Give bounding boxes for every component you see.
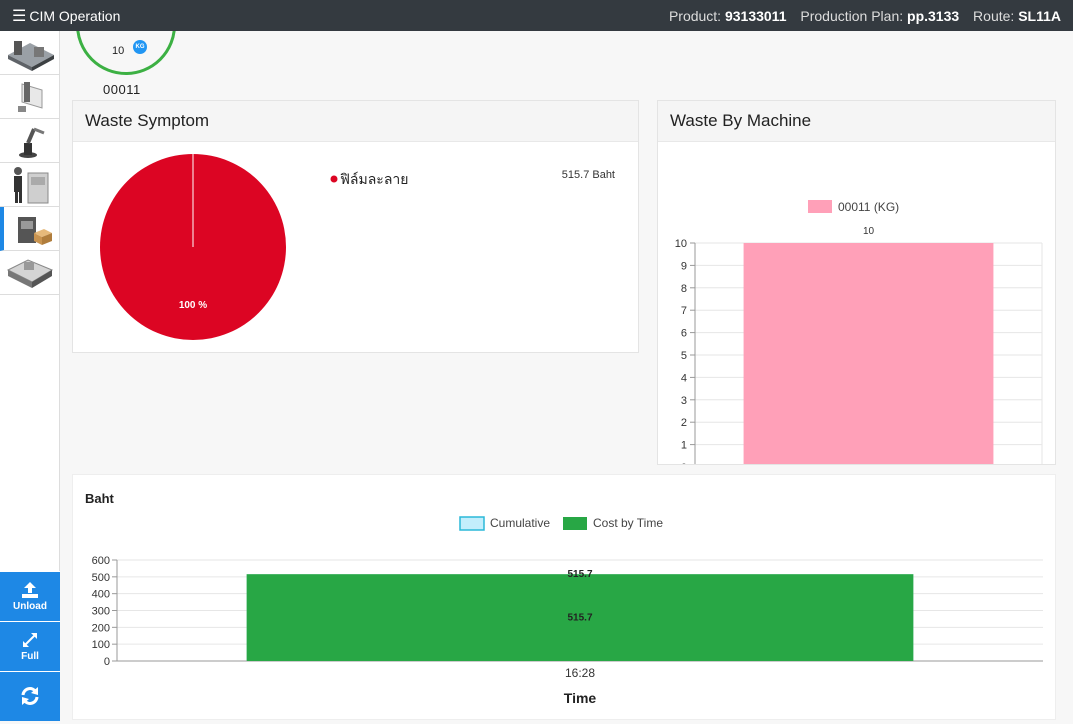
package-icon [17,216,52,245]
refresh-icon [21,686,39,705]
gauge-ring [76,31,176,75]
pie-slice-label: 100 % [179,300,207,311]
expand-icon [23,633,37,647]
machine-1-icon [7,40,54,71]
sidebar-item-machine-2[interactable] [0,75,59,119]
y-tick-label: 300 [92,606,110,618]
unload-button[interactable]: Unload [0,571,60,621]
sidebar-item-operator[interactable] [0,163,59,207]
legend-label-cost-by-time[interactable]: Cost by Time [593,516,663,530]
sidebar-item-machine-6[interactable] [0,251,59,295]
refresh-button[interactable] [0,671,60,721]
y-tick-label: 8 [681,283,687,295]
header-info: Product: 93133011 Production Plan: pp.31… [669,8,1061,24]
legend-label[interactable]: 00011 (KG) [838,200,899,214]
bar-data-label-cumulative: 515.7 [567,569,592,580]
x-axis-title: Time [564,690,597,706]
hamburger-menu-icon[interactable]: ☰ [12,6,26,26]
machine-2-icon [17,81,42,112]
cost-by-time-chart: Baht Cumulative Cost by Time 0 100 200 300 400 5… [85,491,1043,706]
waste-by-machine-card: Waste By Machine 00011 (KG) 0 1 2 3 4 5 6 7 8 9 10 1… [657,100,1056,486]
waste-gauge: 10 KG [76,31,176,75]
product-label: Product: [668,7,722,24]
route-value: SL11A [1018,7,1061,24]
legend-label-cumulative[interactable]: Cumulative [490,516,550,530]
y-tick-label: 7 [681,305,687,317]
sidebar-item-machine-1[interactable] [0,31,59,75]
machine-6-icon [6,258,53,288]
waste-symptom-pie-chart: 100 % ฟิล์มละลาย 515.7 Baht [100,154,615,340]
waste-symptom-card: Waste Symptom 100 % ฟิล์มละลาย 515.7 Bah… [72,100,639,353]
sidebar-item-package[interactable] [0,207,59,251]
plan-label: Production Plan: [800,7,904,24]
upload-icon [22,582,38,598]
app-brand[interactable]: ☰ CIM Operation [12,6,120,26]
y-tick-label: 200 [92,622,110,634]
y-tick-label: 9 [681,260,687,272]
sidebar: Unload Full [0,31,60,721]
y-tick-label: 400 [92,589,110,601]
y-tick-label: 500 [92,572,110,584]
legend-swatch-cost-by-time[interactable] [563,517,587,530]
sidebar-item-robot-arm[interactable] [0,119,59,163]
y-tick-label: 0 [104,656,110,668]
y-tick-label: 600 [92,555,110,567]
legend-bullet [330,175,338,183]
sidebar-actions: Unload Full [0,571,60,721]
unload-label: Unload [13,601,47,612]
route-label: Route: [973,7,1015,24]
y-tick-label: 0 [681,462,687,464]
kg-unit-badge: KG [133,40,147,54]
y-tick-label: 100 [92,639,110,651]
cost-by-time-card: Baht Cumulative Cost by Time 0 100 200 300 400 5… [72,474,1056,720]
y-tick-label: 5 [681,350,687,362]
bar-data-label: 10 [863,226,875,237]
y-tick-label: 10 [675,238,687,250]
waste-by-machine-chart: 00011 (KG)01234567891010Sealer#11A (KG) [675,200,1043,486]
full-label: Full [21,651,39,662]
y-tick-label: 6 [681,328,687,340]
full-screen-button[interactable]: Full [0,621,60,671]
waste-symptom-title: Waste Symptom [73,101,638,142]
bar-data-label-cost-by-time: 515.7 [567,613,592,624]
legend-swatch-cumulative[interactable] [459,516,485,531]
robot-arm-icon [18,127,45,158]
gauge-label: 00011 [103,82,141,97]
y-tick-label: 3 [681,395,687,407]
x-tick-label: 16:28 [565,666,595,680]
waste-amount: 515.7 Baht [562,169,615,181]
y-tick-label: 1 [681,440,687,452]
waste-by-machine-title: Waste By Machine [658,101,1055,142]
product-value: 93133011 [724,7,787,24]
gauge-value: 10 [112,45,125,57]
top-bar: ☰ CIM Operation Product: 93133011 Produc… [0,0,1073,31]
legend-swatch[interactable] [808,200,832,213]
operator-icon [13,166,48,203]
y-axis-title: Baht [85,491,115,506]
y-tick-label: 2 [681,417,687,429]
legend-label: ฟิล์มละลาย [340,171,408,187]
bar[interactable] [743,243,994,467]
y-tick-label: 4 [681,372,687,384]
app-title: CIM Operation [29,7,121,24]
plan-value: pp.3133 [907,7,960,24]
